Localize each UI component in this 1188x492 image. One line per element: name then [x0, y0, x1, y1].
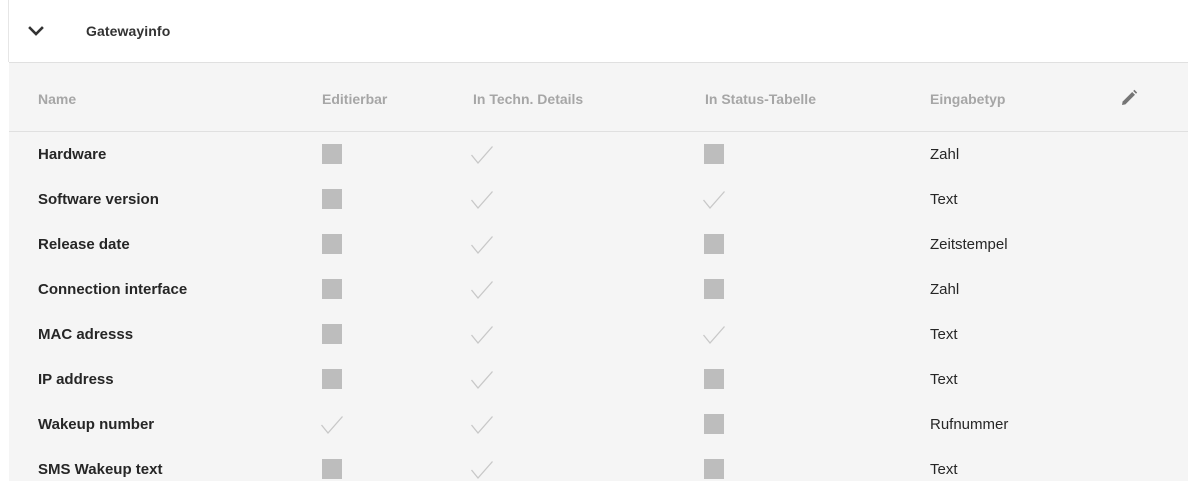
- check-icon-tech-details[interactable]: [470, 459, 494, 481]
- check-icon-tech-details[interactable]: [470, 414, 494, 436]
- check-icon-tech-details[interactable]: [470, 279, 494, 301]
- column-header-name[interactable]: Name: [38, 91, 76, 107]
- table-row: SMS Wakeup text Text: [9, 447, 1188, 492]
- row-input-type: Text: [930, 371, 958, 388]
- row-input-type: Zahl: [930, 146, 960, 163]
- checkbox-editable-unchecked[interactable]: [322, 459, 342, 479]
- gatewayinfo-panel: Gatewayinfo Name Editierbar In Techn. De…: [0, 0, 1188, 481]
- row-input-type: Text: [930, 461, 958, 478]
- table-row: Hardware Zahl: [9, 132, 1188, 177]
- row-input-type: Rufnummer: [930, 416, 1009, 433]
- check-icon-editable[interactable]: [320, 414, 344, 436]
- checkbox-editable-unchecked[interactable]: [322, 324, 342, 344]
- check-icon-status-table[interactable]: [702, 324, 726, 346]
- check-icon-tech-details[interactable]: [470, 324, 494, 346]
- checkbox-editable-unchecked[interactable]: [322, 279, 342, 299]
- row-name: Connection interface: [38, 281, 188, 298]
- table-header-row: Name Editierbar In Techn. Details In Sta…: [9, 63, 1188, 132]
- row-input-type: Text: [930, 191, 958, 208]
- chevron-down-icon[interactable]: [27, 22, 45, 40]
- row-name: Release date: [38, 236, 130, 253]
- table-row: IP address Text: [9, 357, 1188, 402]
- checkbox-editable-unchecked[interactable]: [322, 189, 342, 209]
- column-header-status-table[interactable]: In Status-Tabelle: [705, 91, 816, 107]
- section-header[interactable]: [9, 0, 1188, 62]
- checkbox-status-table-unchecked[interactable]: [704, 414, 724, 434]
- column-header-editable[interactable]: Editierbar: [322, 91, 387, 107]
- check-icon-tech-details[interactable]: [470, 234, 494, 256]
- row-name: Hardware: [38, 146, 107, 163]
- table-body: Hardware Zahl Software version Text Release …: [9, 132, 1188, 492]
- row-input-type: Text: [930, 326, 958, 343]
- row-name: Software version: [38, 191, 159, 208]
- check-icon-tech-details[interactable]: [470, 189, 494, 211]
- section-title: Gatewayinfo: [86, 23, 171, 39]
- column-header-tech-details[interactable]: In Techn. Details: [473, 91, 583, 107]
- checkbox-status-table-unchecked[interactable]: [704, 369, 724, 389]
- table-row: MAC adresss Text: [9, 312, 1188, 357]
- checkbox-status-table-unchecked[interactable]: [704, 234, 724, 254]
- column-header-input-type[interactable]: Eingabetyp: [930, 91, 1005, 107]
- checkbox-editable-unchecked[interactable]: [322, 369, 342, 389]
- row-name: Wakeup number: [38, 416, 155, 433]
- check-icon-tech-details[interactable]: [470, 144, 494, 166]
- properties-table: Name Editierbar In Techn. Details In Sta…: [9, 62, 1188, 481]
- row-name: SMS Wakeup text: [38, 461, 163, 478]
- checkbox-editable-unchecked[interactable]: [322, 234, 342, 254]
- row-name: IP address: [38, 371, 114, 388]
- row-input-type: Zahl: [930, 281, 960, 298]
- pencil-icon[interactable]: [1119, 88, 1139, 108]
- checkbox-status-table-unchecked[interactable]: [704, 144, 724, 164]
- table-row: Wakeup number Rufnummer: [9, 402, 1188, 447]
- check-icon-tech-details[interactable]: [470, 369, 494, 391]
- checkbox-editable-unchecked[interactable]: [322, 144, 342, 164]
- table-row: Software version Text: [9, 177, 1188, 222]
- table-row: Release date Zeitstempel: [9, 222, 1188, 267]
- checkbox-status-table-unchecked[interactable]: [704, 279, 724, 299]
- check-icon-status-table[interactable]: [702, 189, 726, 211]
- checkbox-status-table-unchecked[interactable]: [704, 459, 724, 479]
- table-row: Connection interface Zahl: [9, 267, 1188, 312]
- row-name: MAC adresss: [38, 326, 134, 343]
- row-input-type: Zeitstempel: [930, 236, 1008, 253]
